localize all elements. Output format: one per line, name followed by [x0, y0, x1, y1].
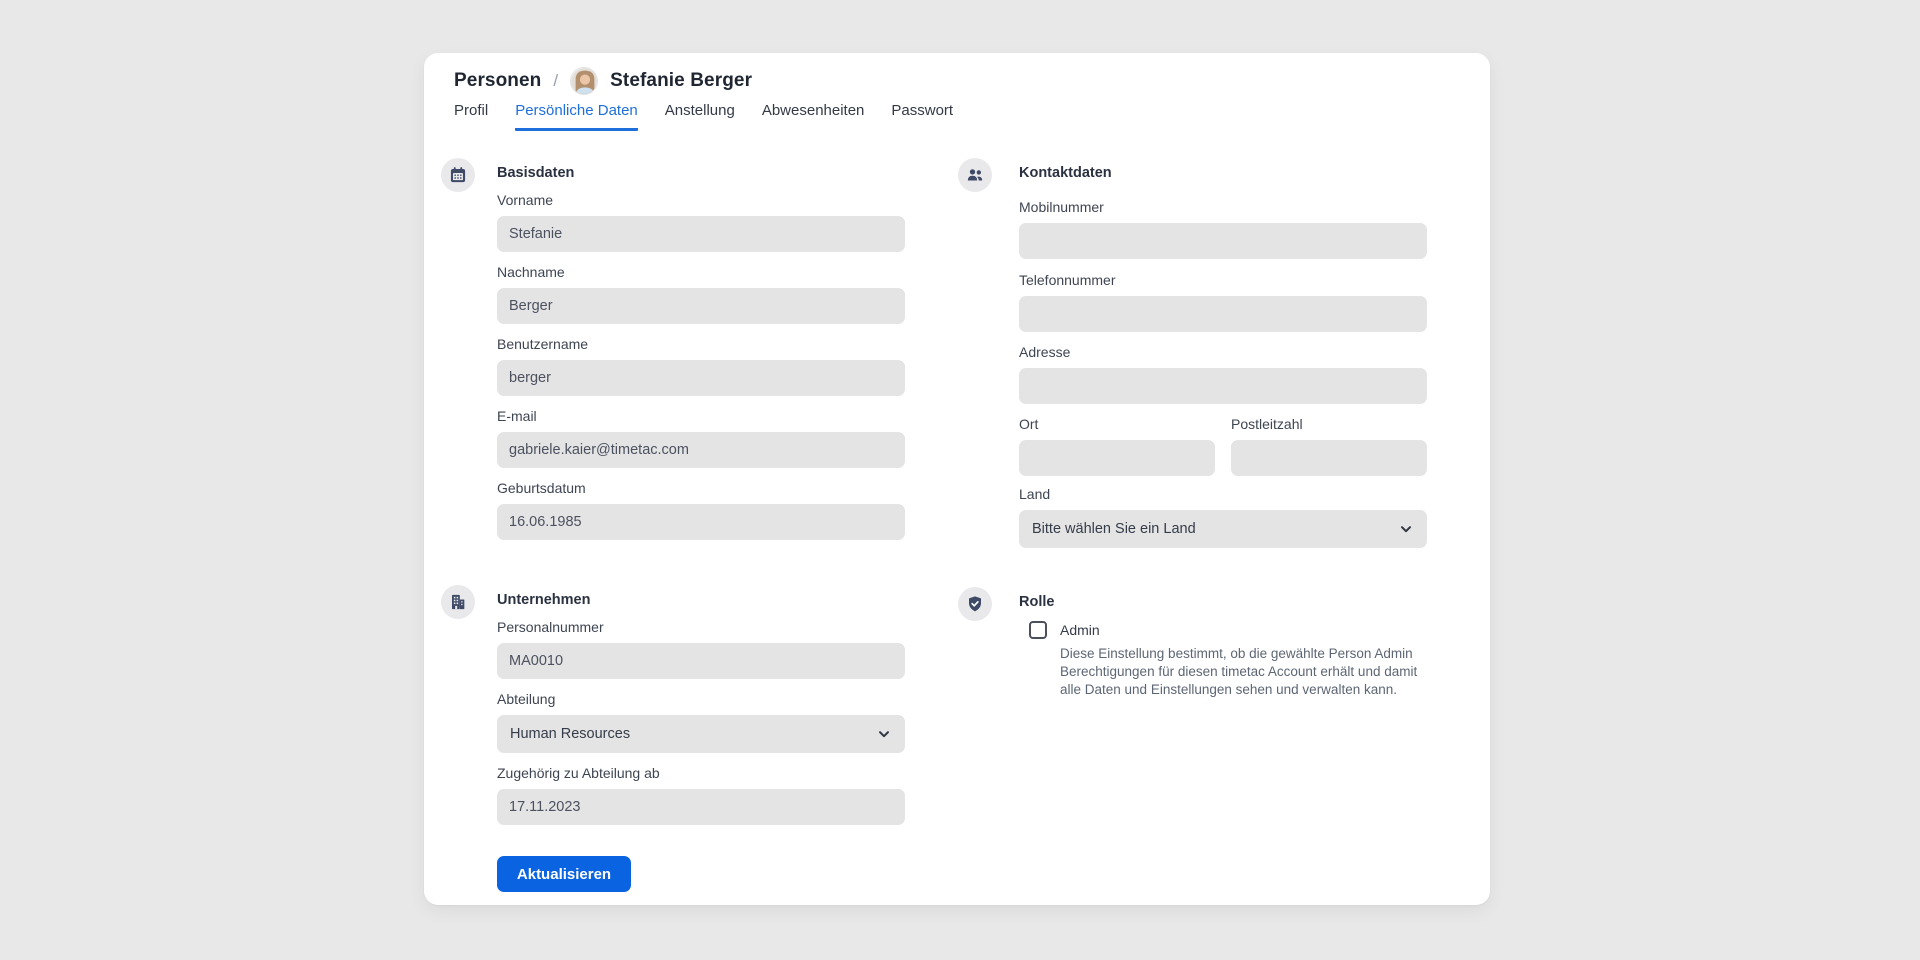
- ort-input[interactable]: [1019, 440, 1215, 476]
- personalnummer-input[interactable]: [497, 643, 905, 679]
- geburtsdatum-label: Geburtsdatum: [497, 480, 905, 496]
- abteilung-selected-value: Human Resources: [510, 726, 630, 742]
- person-detail-card: Personen / Stefanie Berger Profil Persön…: [424, 53, 1490, 905]
- zugehoerig-ab-label: Zugehörig zu Abteilung ab: [497, 765, 905, 781]
- postleitzahl-input[interactable]: [1231, 440, 1427, 476]
- field-vorname: Vorname: [497, 192, 905, 252]
- mobilnummer-label: Mobilnummer: [1019, 199, 1427, 215]
- field-geburtsdatum: Geburtsdatum: [497, 480, 905, 540]
- adresse-label: Adresse: [1019, 344, 1427, 360]
- section-title-rolle: Rolle: [1019, 594, 1054, 610]
- vorname-input[interactable]: [497, 216, 905, 252]
- field-mobilnummer: Mobilnummer: [1019, 199, 1427, 259]
- nachname-input[interactable]: [497, 288, 905, 324]
- email-input[interactable]: [497, 432, 905, 468]
- shield-check-icon: [958, 587, 992, 621]
- telefonnummer-label: Telefonnummer: [1019, 272, 1427, 288]
- chevron-down-icon: [1398, 521, 1414, 537]
- admin-description: Diese Einstellung bestimmt, ob die gewäh…: [1060, 645, 1440, 698]
- land-selected-value: Bitte wählen Sie ein Land: [1032, 521, 1196, 537]
- admin-checkbox[interactable]: [1029, 621, 1047, 639]
- geburtsdatum-input[interactable]: [497, 504, 905, 540]
- field-abteilung: Abteilung Human Resources: [497, 691, 905, 753]
- breadcrumb: Personen / Stefanie Berger: [454, 65, 752, 97]
- field-ort: Ort: [1019, 416, 1215, 476]
- benutzername-label: Benutzername: [497, 336, 905, 352]
- zugehoerig-ab-input[interactable]: [497, 789, 905, 825]
- field-postleitzahl: Postleitzahl: [1231, 416, 1427, 476]
- field-telefonnummer: Telefonnummer: [1019, 272, 1427, 332]
- vorname-label: Vorname: [497, 192, 905, 208]
- breadcrumb-personen-link[interactable]: Personen: [454, 70, 541, 92]
- mobilnummer-input[interactable]: [1019, 223, 1427, 259]
- nachname-label: Nachname: [497, 264, 905, 280]
- building-icon: [441, 585, 475, 619]
- field-benutzername: Benutzername: [497, 336, 905, 396]
- field-email: E-mail: [497, 408, 905, 468]
- section-title-unternehmen: Unternehmen: [497, 592, 590, 608]
- ort-label: Ort: [1019, 416, 1215, 432]
- admin-option: Admin Diese Einstellung bestimmt, ob die…: [1029, 621, 1440, 698]
- land-label: Land: [1019, 486, 1427, 502]
- admin-label: Admin: [1060, 622, 1440, 638]
- field-nachname: Nachname: [497, 264, 905, 324]
- postleitzahl-label: Postleitzahl: [1231, 416, 1427, 432]
- tab-anstellung[interactable]: Anstellung: [665, 102, 735, 131]
- tab-bar: Profil Persönliche Daten Anstellung Abwe…: [454, 102, 953, 131]
- update-button[interactable]: Aktualisieren: [497, 856, 631, 892]
- section-title-kontaktdaten: Kontaktdaten: [1019, 165, 1112, 181]
- benutzername-input[interactable]: [497, 360, 905, 396]
- field-land: Land Bitte wählen Sie ein Land: [1019, 486, 1427, 548]
- email-label: E-mail: [497, 408, 905, 424]
- field-zugehoerig-ab: Zugehörig zu Abteilung ab: [497, 765, 905, 825]
- tab-profil[interactable]: Profil: [454, 102, 488, 131]
- abteilung-select[interactable]: Human Resources: [497, 715, 905, 753]
- breadcrumb-separator: /: [553, 71, 558, 91]
- person-avatar: [570, 67, 598, 95]
- adresse-input[interactable]: [1019, 368, 1427, 404]
- tab-persoenliche-daten[interactable]: Persönliche Daten: [515, 102, 638, 131]
- field-personalnummer: Personalnummer: [497, 619, 905, 679]
- page-title: Stefanie Berger: [610, 70, 752, 92]
- telefonnummer-input[interactable]: [1019, 296, 1427, 332]
- tab-abwesenheiten[interactable]: Abwesenheiten: [762, 102, 865, 131]
- calendar-icon: [441, 158, 475, 192]
- land-select[interactable]: Bitte wählen Sie ein Land: [1019, 510, 1427, 548]
- chevron-down-icon: [876, 726, 892, 742]
- abteilung-label: Abteilung: [497, 691, 905, 707]
- section-title-basisdaten: Basisdaten: [497, 165, 574, 181]
- personalnummer-label: Personalnummer: [497, 619, 905, 635]
- tab-passwort[interactable]: Passwort: [891, 102, 953, 131]
- people-icon: [958, 158, 992, 192]
- field-adresse: Adresse: [1019, 344, 1427, 404]
